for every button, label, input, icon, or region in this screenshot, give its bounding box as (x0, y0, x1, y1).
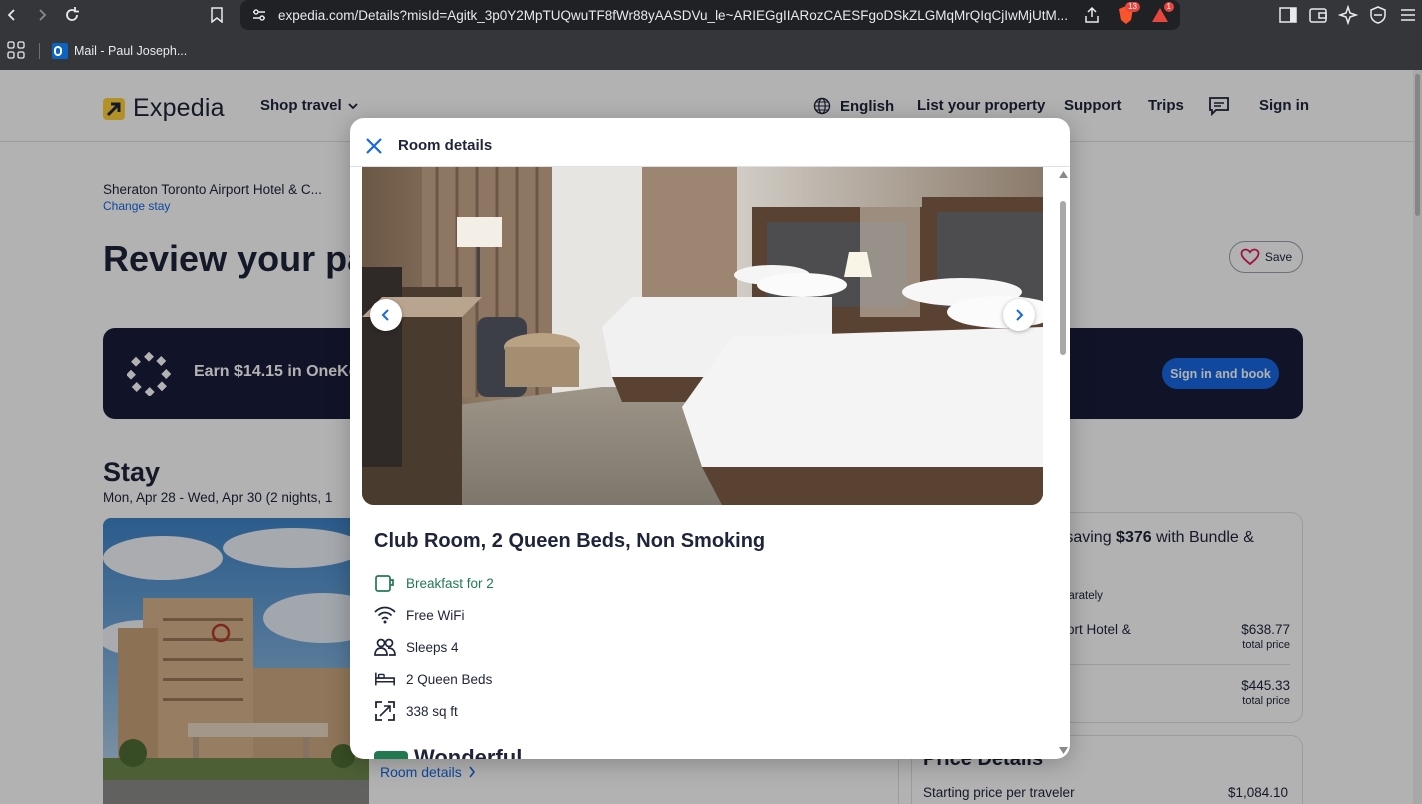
share-icon[interactable] (1082, 5, 1102, 25)
bed-icon (374, 668, 396, 690)
apps-grid-icon[interactable] (7, 40, 25, 62)
bookmarks-bar: Mail - Paul Joseph... (0, 38, 187, 64)
close-icon[interactable] (363, 135, 385, 157)
rewards-icon[interactable]: 1 (1150, 2, 1174, 25)
chevron-right-icon (1016, 309, 1024, 321)
back-icon[interactable] (0, 4, 24, 26)
brave-count-badge: 13 (1125, 2, 1140, 12)
wallet-icon[interactable] (1308, 5, 1328, 25)
alert-count-badge: 1 (1163, 2, 1174, 12)
scroll-thumb[interactable] (1060, 201, 1066, 355)
modal-body: Club Room, 2 Queen Beds, Non Smoking Bre… (350, 167, 1070, 759)
chevron-left-icon (381, 309, 389, 321)
vpn-shield-icon[interactable] (1368, 5, 1388, 25)
bookmark-label: Mail - Paul Joseph... (74, 44, 188, 58)
expand-icon (374, 700, 396, 722)
reload-icon[interactable] (60, 4, 84, 26)
url-text: expedia.com/Details?misId=Agitk_3p0Y2MpT… (278, 7, 1069, 23)
room-photo (362, 167, 1043, 505)
amenity-wifi: Free WiFi (374, 599, 494, 631)
coffee-cup-icon (374, 572, 396, 594)
bookmarks-divider (39, 43, 40, 59)
scroll-up-icon[interactable] (1059, 171, 1068, 178)
modal-header: Room details (350, 118, 1070, 167)
amenity-sleeps: Sleeps 4 (374, 631, 494, 663)
wifi-icon (374, 604, 396, 626)
brave-shield-icon[interactable]: 13 (1116, 2, 1140, 25)
amenity-beds: 2 Queen Beds (374, 663, 494, 695)
rating-pill (374, 751, 408, 759)
site-settings-icon[interactable] (252, 8, 266, 22)
leo-ai-icon[interactable] (1337, 4, 1359, 26)
room-title: Club Room, 2 Queen Beds, Non Smoking (374, 530, 766, 552)
room-details-modal: Room details Club Room, 2 Queen Beds, No… (350, 118, 1070, 759)
menu-icon[interactable] (1398, 5, 1418, 25)
sidebar-icon[interactable] (1278, 5, 1298, 25)
amenity-breakfast: Breakfast for 2 (374, 567, 494, 599)
forward-icon[interactable] (30, 4, 54, 26)
browser-chrome: expedia.com/Details?misId=Agitk_3p0Y2MpT… (0, 0, 1422, 70)
outlook-icon (52, 43, 68, 59)
expedia-page: Expedia Shop travel English List your pr… (0, 70, 1422, 804)
bookmark-mail[interactable]: Mail - Paul Joseph... (52, 43, 187, 59)
modal-title: Room details (398, 137, 493, 154)
address-bar[interactable]: expedia.com/Details?misId=Agitk_3p0Y2MpT… (240, 0, 1180, 30)
carousel-next-button[interactable] (1003, 299, 1035, 331)
scroll-down-icon[interactable] (1059, 747, 1068, 754)
amenity-size: 338 sq ft (374, 695, 494, 727)
people-icon (374, 636, 396, 658)
modal-scrollbar[interactable] (1057, 167, 1070, 759)
rating-word: Wonderful (414, 745, 523, 759)
carousel-prev-button[interactable] (370, 299, 402, 331)
guest-rating: Wonderful (374, 745, 522, 759)
bookmark-icon[interactable] (205, 4, 229, 26)
amenities-list: Breakfast for 2 Free WiFi Sleeps 4 2 Que… (374, 567, 494, 727)
